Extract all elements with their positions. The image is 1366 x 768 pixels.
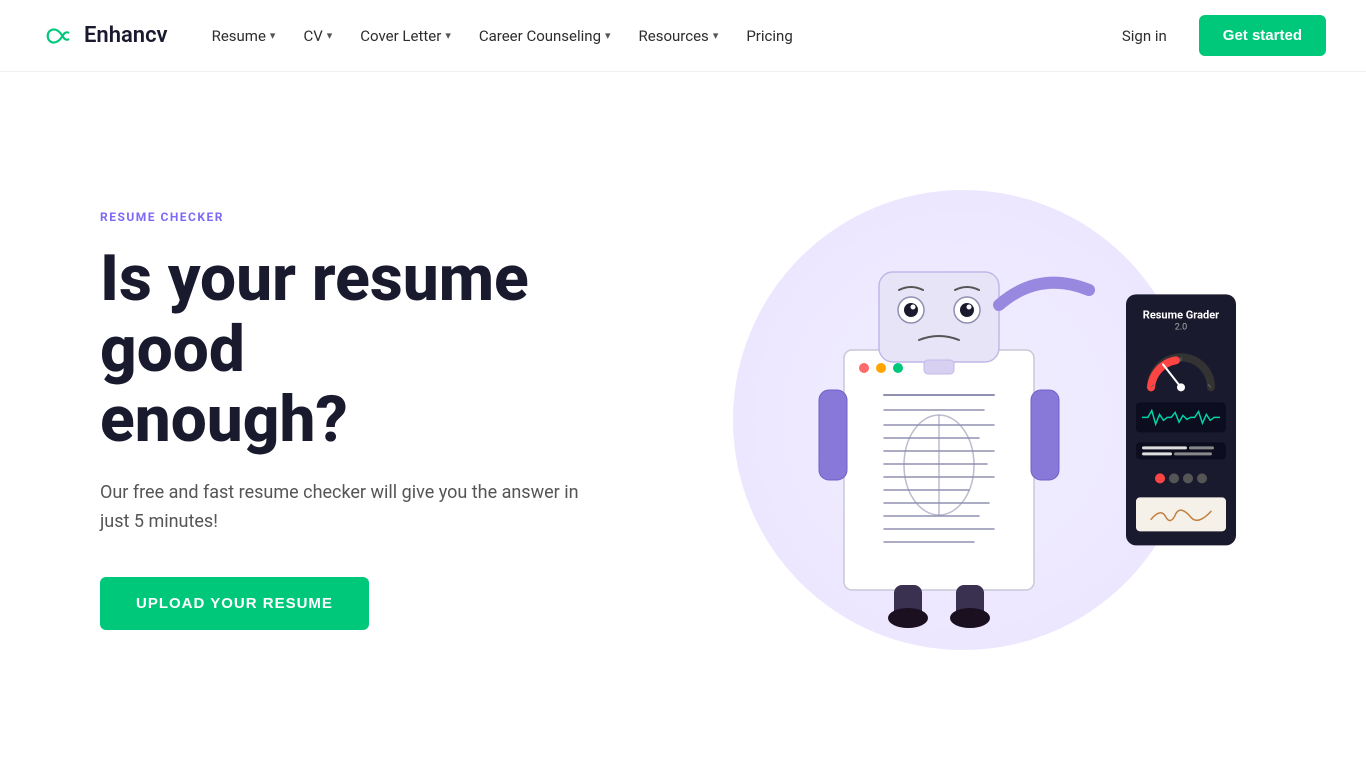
hero-title: Is your resume good enough?	[100, 244, 660, 455]
hero-illustration: Resume Grader 2.0	[660, 160, 1266, 680]
data-lines	[1136, 443, 1226, 460]
line-row-2	[1142, 453, 1220, 456]
upload-resume-button[interactable]: UPLOAD YOUR RESUME	[100, 577, 369, 630]
hero-content: RESUME CHECKER Is your resume good enoug…	[100, 210, 660, 630]
nav-right: Sign in Get started	[1106, 15, 1326, 56]
logo-text: Enhancv	[84, 23, 168, 48]
nav-links: Resume ▾ CV ▾ Cover Letter ▾ Career Coun…	[200, 19, 805, 53]
gauge-icon	[1141, 343, 1221, 393]
chevron-down-icon: ▾	[713, 29, 719, 42]
navigation: Enhancv Resume ▾ CV ▾ Cover Letter ▾ Car…	[0, 0, 1366, 72]
nav-cv[interactable]: CV ▾	[291, 19, 344, 53]
nav-resources[interactable]: Resources ▾	[627, 19, 731, 53]
dot-dark-2	[1183, 474, 1193, 484]
chevron-down-icon: ▾	[327, 29, 333, 42]
sign-in-link[interactable]: Sign in	[1106, 19, 1183, 53]
section-label: RESUME CHECKER	[100, 210, 660, 224]
logo-icon	[40, 24, 76, 48]
chevron-down-icon: ▾	[445, 29, 451, 42]
line-row-1	[1142, 447, 1220, 450]
logo[interactable]: Enhancv	[40, 23, 168, 48]
resume-grader-box: Resume Grader 2.0	[1126, 294, 1236, 545]
signature-icon	[1146, 504, 1216, 526]
dot-dark-3	[1197, 474, 1207, 484]
grader-version: 2.0	[1136, 323, 1226, 333]
hero-section: RESUME CHECKER Is your resume good enoug…	[0, 72, 1366, 768]
hero-subtitle: Our free and fast resume checker will gi…	[100, 479, 580, 537]
grader-title: Resume Grader	[1136, 308, 1226, 322]
nav-resume[interactable]: Resume ▾	[200, 19, 288, 53]
signature-box	[1136, 498, 1226, 532]
grader-title-area: Resume Grader 2.0	[1136, 308, 1226, 332]
get-started-button[interactable]: Get started	[1199, 15, 1326, 56]
chevron-down-icon: ▾	[270, 29, 276, 42]
nav-career-counseling[interactable]: Career Counseling ▾	[467, 19, 623, 53]
chevron-down-icon: ▾	[605, 29, 611, 42]
nav-cover-letter[interactable]: Cover Letter ▾	[348, 19, 463, 53]
waveform-icon	[1142, 407, 1220, 429]
robot-character	[749, 210, 1129, 630]
dot-red	[1155, 474, 1165, 484]
waveform-display	[1136, 403, 1226, 433]
nav-pricing[interactable]: Pricing	[734, 19, 804, 53]
gauge-container	[1136, 343, 1226, 393]
nav-left: Enhancv Resume ▾ CV ▾ Cover Letter ▾ Car…	[40, 19, 805, 53]
dot-dark-1	[1169, 474, 1179, 484]
status-dots	[1136, 470, 1226, 488]
